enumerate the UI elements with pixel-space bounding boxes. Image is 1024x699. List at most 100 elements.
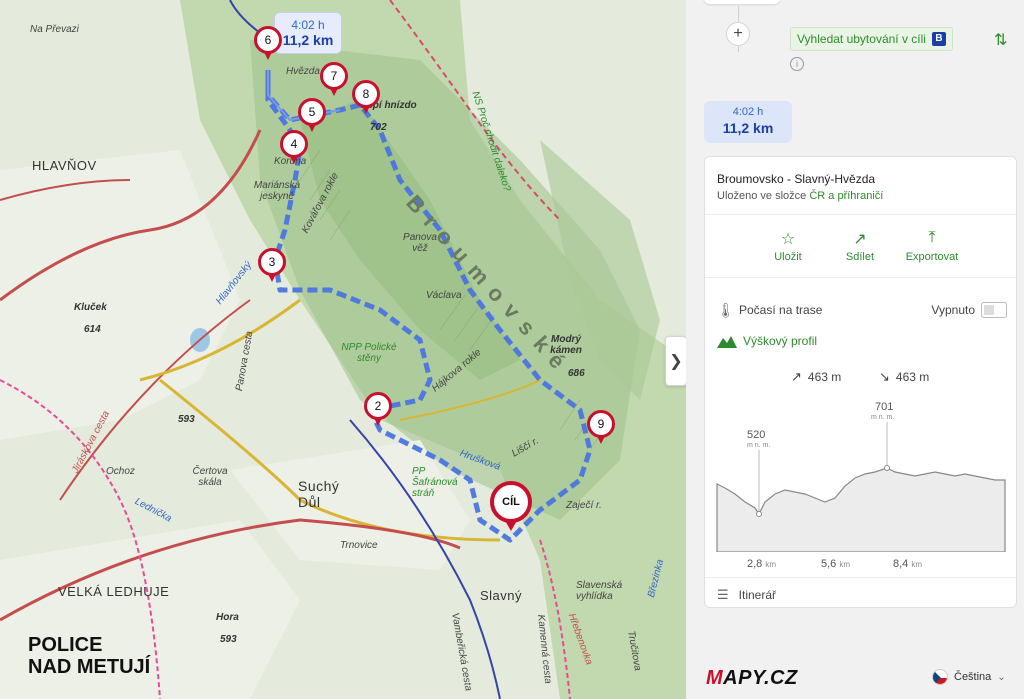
route-time: 4:02 h bbox=[291, 18, 325, 32]
marker-number: 3 bbox=[258, 248, 286, 276]
ascent-value: 463 m bbox=[807, 370, 842, 384]
label-ochoz: Ochoz bbox=[106, 466, 135, 477]
search-accommodation-button[interactable]: Vyhledat ubytování v cíli B bbox=[790, 27, 953, 51]
saved-folder-line: Uloženo ve složce ČR a příhraničí bbox=[717, 190, 883, 202]
km-tick: 2,8 km bbox=[747, 558, 776, 570]
elevation-profile-header[interactable]: Výškový profil bbox=[717, 334, 817, 348]
divider bbox=[705, 214, 1016, 215]
km-tick-unit: km bbox=[911, 560, 923, 569]
label-npp-policke-steny: NPP Polické stěny bbox=[341, 342, 397, 364]
folder-prefix: Uloženo ve složce bbox=[717, 190, 807, 202]
save-label: Uložit bbox=[774, 251, 802, 263]
weather-toggle[interactable] bbox=[981, 302, 1007, 318]
save-button[interactable]: ☆ Uložit bbox=[753, 229, 823, 263]
language-selector[interactable]: Čeština ⌄ bbox=[932, 665, 1006, 689]
czech-flag-icon bbox=[932, 669, 948, 685]
label-modry-altitude: 686 bbox=[568, 368, 585, 379]
weather-row: 🌡 Počasí na trase Vypnuto bbox=[717, 301, 1007, 319]
label-trnovice: Trnovice bbox=[340, 540, 378, 551]
route-marker-finish[interactable]: CÍL bbox=[490, 481, 532, 535]
label-hora-altitude: 593 bbox=[220, 634, 237, 645]
elevation-profile-chart[interactable]: 520 m n. m. 701 m n. m. bbox=[705, 402, 1017, 552]
km-tick-unit: km bbox=[765, 560, 777, 569]
itinerary-button[interactable]: ☰ Itinerář bbox=[717, 587, 776, 603]
descent-value: 463 m bbox=[895, 370, 930, 384]
panel-top-tab bbox=[704, 0, 780, 4]
profile-min-value: 520 bbox=[747, 429, 765, 441]
marker-number: 4 bbox=[280, 130, 308, 158]
route-marker-4[interactable]: 4 bbox=[280, 130, 308, 166]
chevron-down-icon: ⌄ bbox=[997, 671, 1006, 683]
label-slavny: Slavný bbox=[480, 588, 523, 603]
label-klucek: Kluček bbox=[74, 302, 107, 313]
km-tick-value: 5,6 bbox=[821, 558, 837, 570]
route-detail-card: Broumovsko - Slavný-Hvězda Uloženo ve sl… bbox=[704, 156, 1017, 608]
label-hora: Hora bbox=[216, 612, 239, 623]
folder-link[interactable]: ČR a příhraničí bbox=[809, 190, 883, 202]
share-label: Sdílet bbox=[845, 251, 875, 263]
accommodation-label: Vyhledat ubytování v cíli bbox=[797, 32, 926, 46]
label-hlavnov: HLAVŇOV bbox=[32, 158, 97, 173]
info-icon[interactable]: i bbox=[790, 57, 804, 71]
label-altitude-593: 593 bbox=[178, 414, 195, 425]
map-view[interactable]: Na Převazi HLAVŇOV Hvězda Supí hnízdo 70… bbox=[0, 0, 686, 699]
weather-label: Počasí na trase bbox=[739, 303, 823, 317]
label-zajeci-rokle: Zaječí r. bbox=[566, 500, 602, 511]
chevron-right-icon: ❯ bbox=[669, 353, 683, 370]
label-panova-vez: Panova věž bbox=[403, 232, 437, 254]
route-marker-5[interactable]: 5 bbox=[298, 98, 326, 134]
share-button[interactable]: ↗ Sdílet bbox=[825, 229, 895, 263]
add-waypoint-button[interactable]: + bbox=[726, 22, 750, 46]
route-marker-7[interactable]: 7 bbox=[320, 62, 348, 98]
export-button[interactable]: ⤒ Exportovat bbox=[897, 229, 967, 263]
mountain-icon bbox=[717, 336, 737, 348]
label-klucek-altitude: 614 bbox=[84, 324, 101, 335]
route-marker-6[interactable]: 6 bbox=[254, 26, 282, 62]
marker-finish-label: CÍL bbox=[490, 481, 532, 523]
km-tick-value: 2,8 bbox=[747, 558, 763, 570]
label-modry-kamen: Modrý kámen bbox=[550, 334, 582, 356]
profile-min-unit: m n. m. bbox=[747, 442, 770, 449]
itinerary-label: Itinerář bbox=[738, 588, 777, 602]
marker-number: 2 bbox=[364, 392, 392, 420]
language-label: Čeština bbox=[954, 671, 992, 683]
arrow-up-right-icon: ↗ bbox=[791, 369, 802, 384]
thermometer-icon: 🌡 bbox=[717, 301, 735, 318]
km-tick-value: 8,4 bbox=[893, 558, 909, 570]
route-marker-3[interactable]: 3 bbox=[258, 248, 286, 284]
label-police: POLICE bbox=[28, 634, 103, 656]
label-marianska-jeskyne: Mariánská jeskyně bbox=[253, 180, 301, 202]
route-marker-8[interactable]: 8 bbox=[352, 80, 380, 116]
profile-max-value: 701 bbox=[875, 402, 893, 413]
swap-route-icon[interactable]: ⇅ bbox=[994, 30, 1007, 50]
label-suchy-dul: Suchý Důl bbox=[298, 478, 340, 510]
route-title: Broumovsko - Slavný-Hvězda bbox=[717, 172, 876, 186]
summary-time: 4:02 h bbox=[732, 106, 764, 118]
km-tick: 8,4 km bbox=[893, 558, 922, 570]
label-pp-safranova-stran: PP Šafránová stráň bbox=[412, 466, 458, 499]
list-icon: ☰ bbox=[717, 587, 729, 602]
km-tick-unit: km bbox=[839, 560, 851, 569]
route-marker-2[interactable]: 2 bbox=[364, 392, 392, 428]
mapy-cz-logo[interactable]: MAPY.CZ bbox=[706, 667, 798, 690]
km-tick: 5,6 km bbox=[821, 558, 850, 570]
share-icon: ↗ bbox=[853, 231, 867, 248]
marker-number: 7 bbox=[320, 62, 348, 90]
label-supi-altitude: 702 bbox=[370, 122, 387, 133]
ascent: ↗ 463 m bbox=[791, 369, 841, 385]
label-nad-metuji: NAD METUJÍ bbox=[28, 656, 151, 678]
arrow-down-right-icon: ↘ bbox=[879, 369, 890, 384]
star-icon: ☆ bbox=[780, 231, 796, 248]
route-time-bubble[interactable]: 4:02 h 11,2 km bbox=[274, 12, 342, 54]
route-summary-badge: 4:02 h 11,2 km bbox=[704, 101, 792, 143]
summary-distance: 11,2 km bbox=[722, 120, 774, 136]
weather-state: Vypnuto bbox=[931, 303, 975, 317]
marker-number: 8 bbox=[352, 80, 380, 108]
route-marker-9[interactable]: 9 bbox=[587, 410, 615, 446]
label-velka-ledhuje: VELKÁ LEDHUJE bbox=[58, 584, 170, 599]
route-panel: + Vyhledat ubytování v cíli B ⇅ i 4:02 h… bbox=[686, 0, 1024, 699]
profile-label: Výškový profil bbox=[743, 334, 818, 348]
export-icon: ⤒ bbox=[928, 229, 936, 246]
divider bbox=[705, 577, 1016, 578]
collapse-panel-button[interactable]: ❯ bbox=[665, 336, 686, 386]
